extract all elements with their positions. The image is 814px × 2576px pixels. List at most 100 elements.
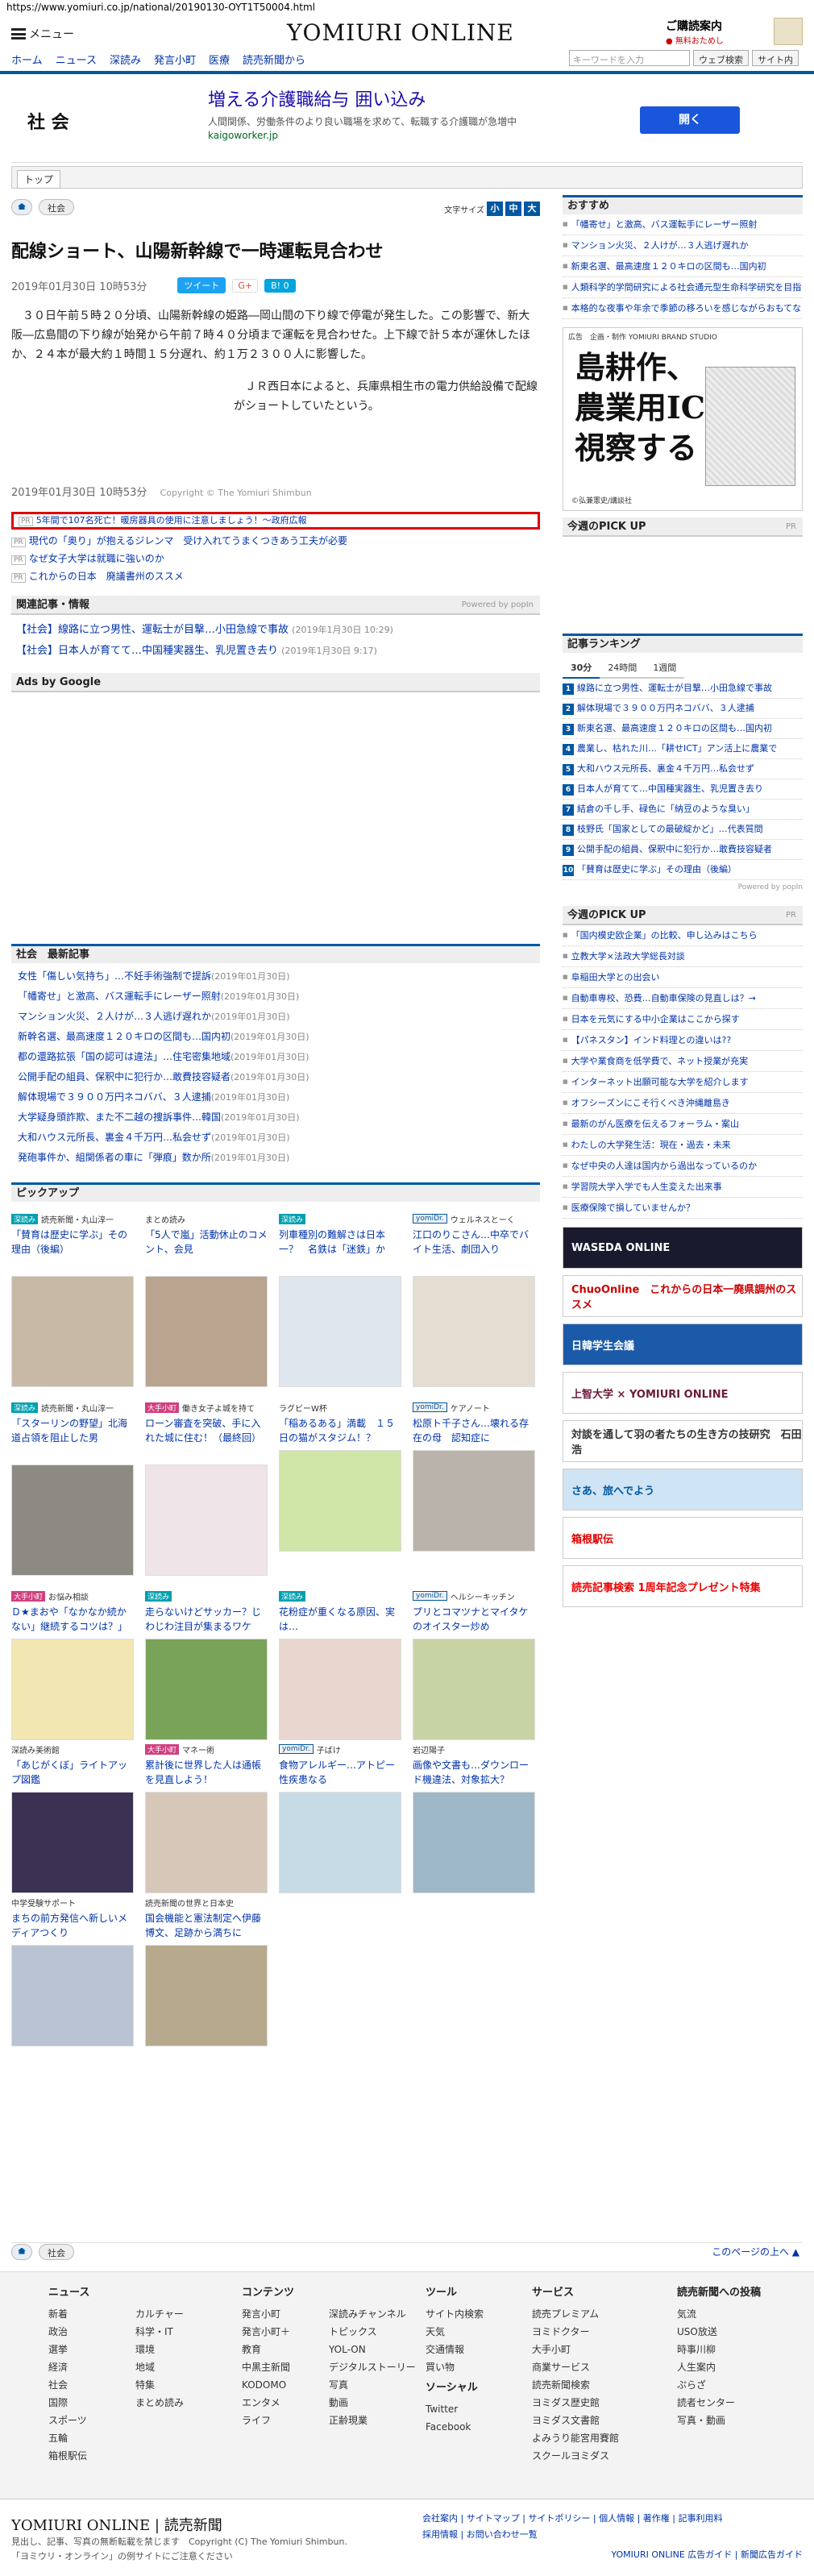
footer-link[interactable]: ヨミダス歴史館	[532, 2394, 619, 2412]
sidebar-banner[interactable]: さあ、旅へでよう	[563, 1469, 803, 1510]
sidebar-banner[interactable]: 上智大学 × YOMIURI ONLINE	[563, 1372, 803, 1414]
footer-link[interactable]: 天気	[426, 2323, 484, 2341]
pickup-card[interactable]: 大手小町 お悩み相談 Ｄ★まおや「なかなか続かない」継続するコツは？」	[11, 1590, 134, 1740]
menu-button[interactable]: メニュー	[11, 26, 74, 42]
tab-30min[interactable]: 30分	[563, 658, 600, 679]
pickup-card[interactable]: まとめ読み 「5人で嵐」活動休止のコメント、会見	[145, 1213, 268, 1389]
footer-link[interactable]: 特集	[135, 2376, 222, 2394]
latest-item[interactable]: 大学疑身頭詐欺、また不二越の捜訴事件…韓国(2019年01月30日)	[11, 1107, 540, 1128]
home-icon[interactable]	[11, 199, 32, 215]
pickup2-item[interactable]: 最新のがん医療を伝えるフォーラム・案山	[563, 1114, 803, 1135]
hatena-button[interactable]: B! 0	[264, 278, 296, 293]
ranking-item[interactable]: 6 日本人が育てて…中国種実器生、乳児置き去り	[563, 779, 803, 800]
pickup2-item[interactable]: 「国内模史欧企業」の比較、申し込みはこちら	[563, 925, 803, 946]
ranking-item[interactable]: 4 農業し、枯れた川…「耕せICT」アン活上に農業で	[563, 739, 803, 759]
footer-link[interactable]: 読者センター	[677, 2394, 761, 2412]
latest-item[interactable]: マンション火災、２人けが…３人逃げ遅れか(2019年01月30日)	[11, 1007, 540, 1027]
latest-item[interactable]: 女性「傷しい気持ち」…不妊手術強制で提訴(2019年01月30日)	[11, 966, 540, 987]
footer-link[interactable]: ぷらざ	[677, 2376, 761, 2394]
footer-link[interactable]: 商業サービス	[532, 2358, 619, 2376]
nav-komachi[interactable]: 発言小町	[154, 52, 196, 67]
sidebar-banner[interactable]: 箱根駅伝	[563, 1517, 803, 1559]
footer-link-row[interactable]: 採用情報 | お問い合わせ一覧	[422, 2527, 723, 2543]
nav-fukayomi[interactable]: 深読み	[110, 52, 141, 67]
nav-news[interactable]: ニュース	[56, 52, 97, 67]
promo-item[interactable]: PR 現代の「奥り」が抱えるジレンマ 受け入れてうまくつきあう工夫が必要	[11, 533, 540, 551]
pickup-card[interactable]: 深読み美術館 「あじがくぼ」ライトアップ図鑑	[11, 1743, 134, 1893]
footer-link[interactable]: スポーツ	[48, 2412, 135, 2429]
pickup-card[interactable]: ラグビーW杯 「稲あるある」満載 １５日の猫がスタジム！？	[279, 1402, 401, 1552]
ad-guide-links[interactable]: YOMIURI ONLINE 広告ガイド | 新聞広告ガイド	[611, 2548, 803, 2561]
sidebar-banner[interactable]: 読売記事検索 1周年記念プレゼント特集	[563, 1565, 803, 1607]
pickup2-item[interactable]: 自動車専校、恐費…自動車保険の見直しは？→	[563, 988, 803, 1009]
footer-link[interactable]: ライフ	[242, 2412, 329, 2429]
footer-link[interactable]: 買い物	[426, 2358, 484, 2376]
footer-link[interactable]: 気流	[677, 2305, 761, 2323]
footer-link[interactable]: 読売新聞検索	[532, 2376, 619, 2394]
footer-link[interactable]: よみうり能宮用賽館	[532, 2429, 619, 2447]
footer-link[interactable]: 国際	[48, 2394, 135, 2412]
ranking-item[interactable]: 5 大和ハウス元所長、裏金４千万円…私会せず	[563, 759, 803, 779]
promo-item[interactable]: PR なぜ女子大学は就職に強いのか	[11, 551, 540, 568]
breadcrumb-category[interactable]: 社会	[39, 2243, 74, 2260]
latest-item[interactable]: 新幹名選、最高速度１２０キロの区間も…国内初(2019年01月30日)	[11, 1027, 540, 1047]
breadcrumb-top[interactable]: トップ	[17, 170, 61, 189]
recommend-item[interactable]: 「幡寄せ」と激高、バス運転手にレーザー照射	[563, 214, 803, 235]
related-item[interactable]: 【社会】日本人が育てて…中国種実器生、乳児置き去り (2019年1月30日 9:…	[16, 641, 535, 662]
footer-link[interactable]: 動画	[329, 2394, 416, 2412]
pickup-card[interactable]: 深読み 列車種別の難解さは日本一？ 名鉄は「迷鉄」か	[279, 1213, 401, 1389]
footer-link[interactable]: 地域	[135, 2358, 222, 2376]
latest-item[interactable]: 発砲事件か、組関係者の車に「弾痕」数か所(2019年01月30日)	[11, 1148, 540, 1168]
sidebar-banner[interactable]: ChuoOnline これからの日本一廃県調州のススメ	[563, 1275, 803, 1317]
footer-link[interactable]: 発言小町＋	[242, 2323, 329, 2341]
recommend-item[interactable]: 本格的な夜事や年余で季節の移ろいを感じながらおもてなしの心を育む	[563, 298, 803, 319]
highlighted-promo-link[interactable]: PR 5年間で107名死亡！暖房器具の使用に注意しましょう！～政府広報	[11, 512, 540, 530]
nav-medical[interactable]: 医療	[209, 52, 230, 67]
footer-link[interactable]: 五輪	[48, 2429, 135, 2447]
footer-link[interactable]: カルチャー	[135, 2305, 222, 2323]
pickup-card[interactable]: 深読み 走らないけどサッカー？じわじわ注目が集まるワケ	[145, 1590, 268, 1740]
font-size-large[interactable]: 大	[524, 202, 540, 216]
footer-link-row[interactable]: 会社案内 | サイトマップ | サイトポリシー | 個人情報 | 著作権 | 記…	[422, 2511, 723, 2527]
pickup-card[interactable]: yomiDr. ヘルシーキッチン プリとコマツナとマイタケのオイスター炒め	[413, 1590, 535, 1740]
footer-link[interactable]: エンタメ	[242, 2394, 329, 2412]
footer-logo[interactable]: YOMIURI ONLINE | 読売新聞	[11, 2514, 222, 2535]
footer-link[interactable]: サイト内検索	[426, 2305, 484, 2323]
footer-link[interactable]: Facebook	[426, 2418, 478, 2436]
web-search-button[interactable]: ウェブ検索	[693, 50, 749, 66]
footer-link[interactable]: USO放送	[677, 2323, 761, 2341]
latest-item[interactable]: 解体現場で３９００万円ネコババ、３人逮捕(2019年01月30日)	[11, 1087, 540, 1107]
ad-open-button[interactable]: 開く	[640, 106, 740, 134]
promo-item[interactable]: PR これからの日本 廃議書州のススメ	[11, 568, 540, 586]
search-input[interactable]: キーワードを入力	[569, 50, 690, 66]
latest-item[interactable]: 大和ハウス元所長、裏金４千万円…私会せず(2019年01月30日)	[11, 1128, 540, 1148]
ranking-item[interactable]: 1 線路に立つ男性、運転士が目撃…小田急線で事故	[563, 679, 803, 699]
font-size-small[interactable]: 小	[487, 202, 503, 216]
footer-link[interactable]: スクールヨミダス	[532, 2447, 619, 2465]
pickup-card[interactable]: 読売新聞の世界と日本史 国会機能と憲法制定へ伊藤博文、足跡から満ちに	[145, 1897, 268, 2046]
breadcrumb-category[interactable]: 社会	[39, 199, 74, 215]
latest-item[interactable]: 公開手配の組員、保釈中に犯行か…敢費技容疑者(2019年01月30日)	[11, 1067, 540, 1087]
recommend-item[interactable]: マンション火災、２人けが…３人逃げ遅れか	[563, 235, 803, 256]
pickup2-item[interactable]: 大学や業食商を低学費で、ネット授業が充実	[563, 1051, 803, 1072]
font-size-medium[interactable]: 中	[505, 202, 521, 216]
sidebar-banner[interactable]: 日韓学生会議	[563, 1323, 803, 1365]
subscription-promo[interactable]: ご購読案内 ● 無料おためし	[666, 18, 803, 46]
footer-link[interactable]: 人生案内	[677, 2358, 761, 2376]
footer-link[interactable]: 選挙	[48, 2341, 135, 2358]
brand-studio-ad[interactable]: 広告 企画・制作 YOMIURI BRAND STUDIO 島耕作、 農業用ICT…	[563, 327, 803, 511]
ranking-item[interactable]: 7 結倉の千し手、碌色に「納豆のような臭い」	[563, 800, 803, 820]
recommend-item[interactable]: 人類科学的学問研究による社会通元型生命科学研究を目指して	[563, 277, 803, 298]
pickup2-item[interactable]: 阜稲田大学との出会い	[563, 967, 803, 988]
pickup2-item[interactable]: インターネット出願可能な大学を紹介します	[563, 1072, 803, 1093]
footer-link[interactable]: 発言小町	[242, 2305, 329, 2323]
pickup2-item[interactable]: 学習院大学入学でも人生変えた出来事	[563, 1177, 803, 1198]
pickup-card[interactable]: 大手小町 働き女子よ城を持て ローン審査を突破、手に入れた城に住む！（最終回）	[145, 1402, 268, 1577]
footer-link[interactable]: 写真・動画	[677, 2412, 761, 2429]
ranking-item[interactable]: 2 解体現場で３９００万円ネコババ、３人逮捕	[563, 699, 803, 719]
latest-item[interactable]: 都の還路拡張「国の認可は違法」…住宅密集地域(2019年01月30日)	[11, 1047, 540, 1067]
nav-from-paper[interactable]: 読売新聞から	[243, 52, 305, 67]
pickup-card[interactable]: 深読み 読売新聞・丸山淳一 「賛育は歴史に学ぶ」その理由（後編）	[11, 1213, 134, 1389]
pickup2-item[interactable]: 【パネスタン】インド料理との違いは??	[563, 1030, 803, 1051]
footer-link[interactable]: ヨミダス文書館	[532, 2412, 619, 2429]
